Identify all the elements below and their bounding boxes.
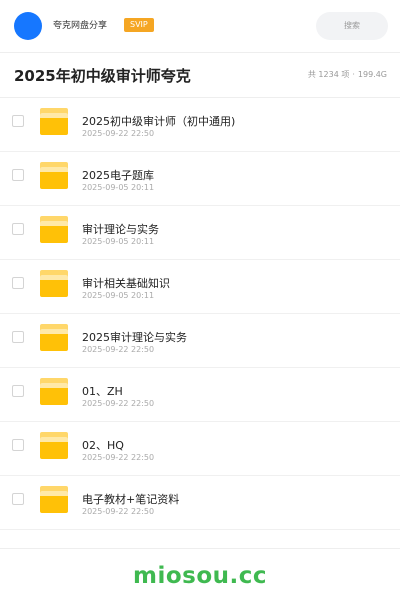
select-checkbox[interactable]: [12, 169, 24, 181]
file-name: 2025初中级审计师（初中通用): [82, 115, 236, 128]
file-row[interactable]: 2025电子题库 2025-09-05 20:11: [0, 152, 400, 206]
folder-icon: [40, 378, 68, 405]
file-row[interactable]: 01、ZH 2025-09-22 22:50: [0, 368, 400, 422]
file-date: 2025-09-22 22:50: [82, 453, 155, 462]
file-name: 电子教材+笔记资料: [82, 493, 180, 506]
footer: miosou.cc: [0, 548, 400, 601]
select-checkbox[interactable]: [12, 115, 24, 127]
select-checkbox[interactable]: [12, 277, 24, 289]
file-name: 审计相关基础知识: [82, 277, 170, 290]
folder-icon: [40, 270, 68, 297]
file-row[interactable]: 电子教材+笔记资料 2025-09-22 22:50: [0, 476, 400, 530]
select-checkbox[interactable]: [12, 439, 24, 451]
folder-icon: [40, 108, 68, 135]
file-row[interactable]: 2025初中级审计师（初中通用) 2025-09-22 22:50: [0, 98, 400, 152]
file-row[interactable]: 2025审计理论与实务 2025-09-22 22:50: [0, 314, 400, 368]
folder-icon: [40, 162, 68, 189]
file-list: 2025初中级审计师（初中通用) 2025-09-22 22:50 2025电子…: [0, 98, 400, 530]
file-name: 2025电子题库: [82, 169, 154, 182]
select-checkbox[interactable]: [12, 331, 24, 343]
file-name: 2025审计理论与实务: [82, 331, 187, 344]
file-date: 2025-09-05 20:11: [82, 237, 155, 246]
app-name: 夸克网盘分享: [53, 21, 108, 31]
search-input[interactable]: 搜索: [316, 12, 388, 40]
summary-separator: ·: [352, 70, 355, 79]
file-date: 2025-09-22 22:50: [82, 399, 155, 408]
file-row[interactable]: 审计相关基础知识 2025-09-05 20:11: [0, 260, 400, 314]
file-date: 2025-09-22 22:50: [82, 507, 155, 516]
folder-icon: [40, 486, 68, 513]
select-checkbox[interactable]: [12, 223, 24, 235]
select-checkbox[interactable]: [12, 493, 24, 505]
avatar[interactable]: [14, 12, 42, 40]
select-checkbox[interactable]: [12, 385, 24, 397]
file-date: 2025-09-05 20:11: [82, 291, 155, 300]
file-date: 2025-09-22 22:50: [82, 129, 155, 138]
total-size: 199.4G: [357, 70, 387, 79]
file-name: 审计理论与实务: [82, 223, 159, 236]
folder-icon: [40, 324, 68, 351]
folder-icon: [40, 432, 68, 459]
file-row[interactable]: 02、HQ 2025-09-22 22:50: [0, 422, 400, 476]
file-name: 02、HQ: [82, 439, 124, 452]
title-row: 2025年初中级审计师夸克 共 1234 项 · 199.4G: [0, 53, 400, 98]
file-row[interactable]: 审计理论与实务 2025-09-05 20:11: [0, 206, 400, 260]
top-bar: 夸克网盘分享 SVIP 搜索: [0, 0, 400, 53]
folder-icon: [40, 216, 68, 243]
file-date: 2025-09-05 20:11: [82, 183, 155, 192]
page-title: 2025年初中级审计师夸克: [14, 67, 191, 85]
svip-badge: SVIP: [124, 18, 154, 32]
file-name: 01、ZH: [82, 385, 123, 398]
folder-summary: 共 1234 项 · 199.4G: [308, 69, 387, 80]
item-count: 共 1234 项: [307, 70, 350, 79]
file-date: 2025-09-22 22:50: [82, 345, 155, 354]
site-watermark: miosou.cc: [132, 563, 268, 589]
